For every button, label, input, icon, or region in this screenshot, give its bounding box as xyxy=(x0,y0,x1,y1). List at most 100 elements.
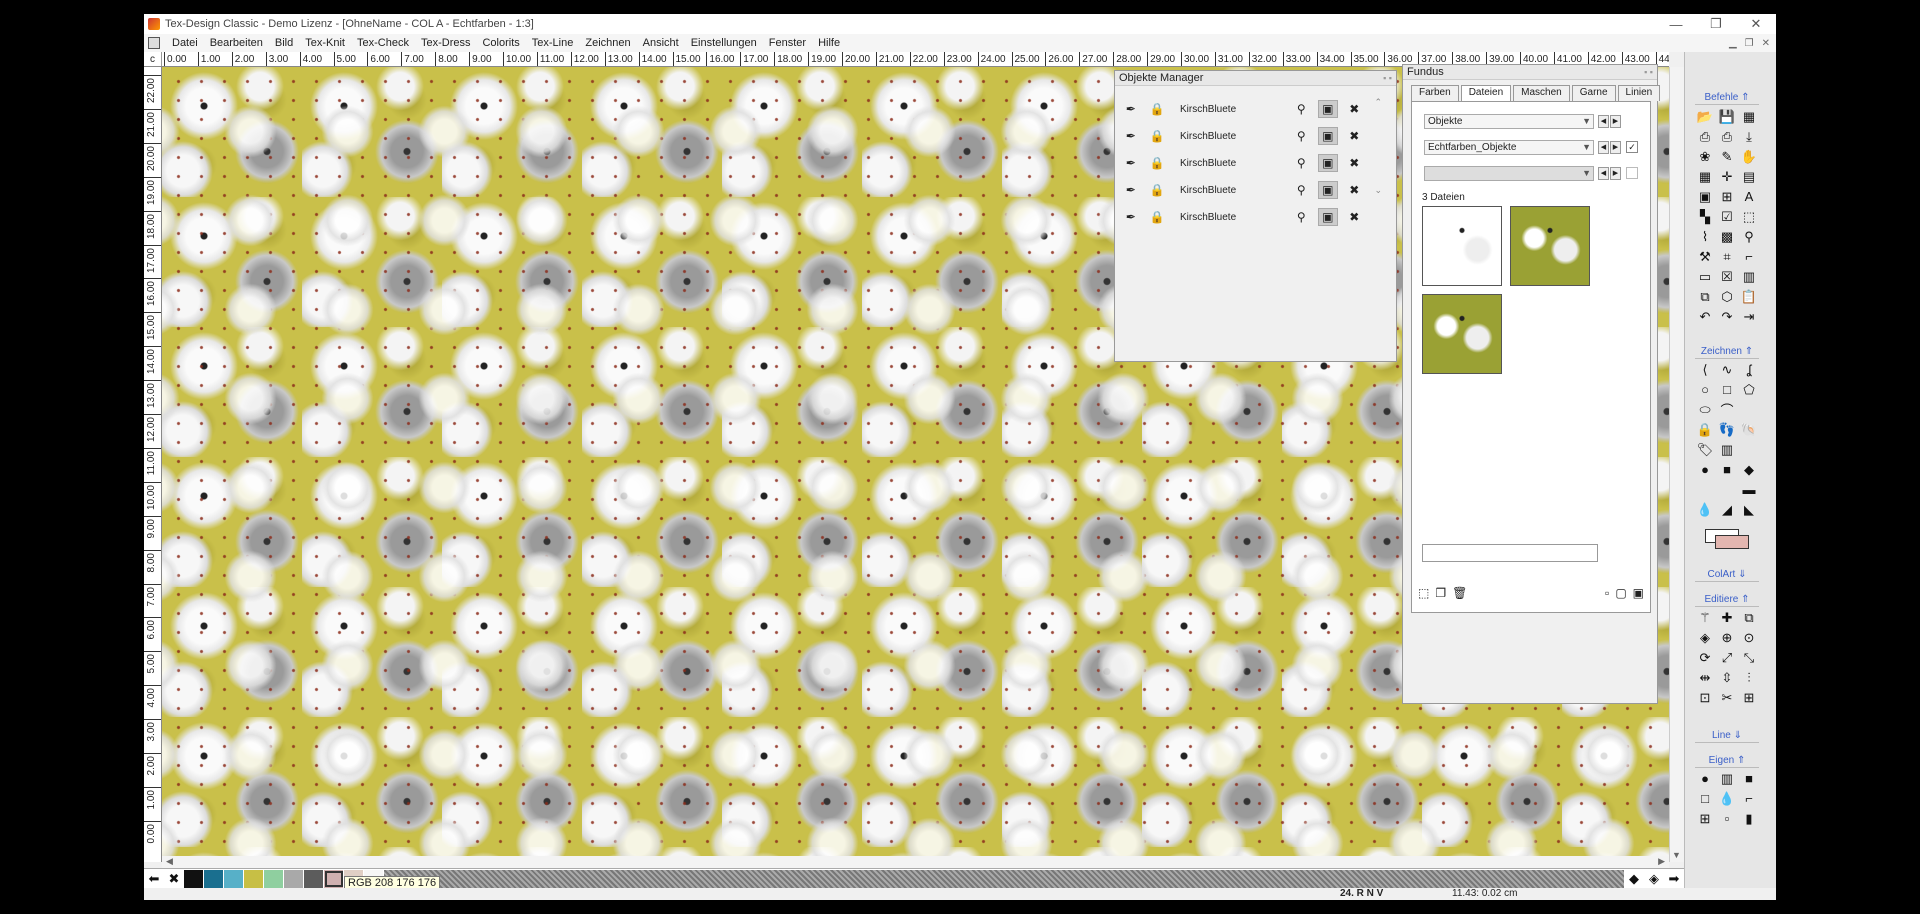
fill-square-icon[interactable]: ■ xyxy=(1717,460,1737,479)
prev-icon[interactable]: ◀ xyxy=(1598,115,1609,128)
curve-icon[interactable]: ∿ xyxy=(1717,360,1737,379)
menu-tex-line[interactable]: Tex-Line xyxy=(526,37,580,49)
next-color-icon[interactable]: ➡ xyxy=(1664,870,1684,888)
menu-ansicht[interactable]: Ansicht xyxy=(637,37,685,49)
page-icon[interactable]: ▮ xyxy=(1739,809,1759,828)
tile-icon[interactable]: ⊞ xyxy=(1717,187,1737,206)
camera-icon[interactable]: ▣ xyxy=(1317,127,1338,145)
tab-garne[interactable]: Garne xyxy=(1571,85,1616,101)
print-preview-icon[interactable]: ⎙ xyxy=(1717,127,1737,146)
lock-icon[interactable]: 🔒 xyxy=(1148,127,1168,145)
polyline-icon[interactable]: ⟨ xyxy=(1695,360,1715,379)
mdi-minimize-icon[interactable]: ▁ xyxy=(1729,38,1737,49)
list-scroll-up-icon[interactable]: ⌃ xyxy=(1374,97,1382,108)
drop-icon[interactable]: 💧 xyxy=(1695,500,1715,519)
palette-pick-icon[interactable]: ◈ xyxy=(1644,870,1664,888)
file-thumbnail-3[interactable] xyxy=(1422,294,1502,374)
folder-checkbox[interactable]: ✓ xyxy=(1626,141,1638,153)
ruler-corner[interactable]: c xyxy=(144,52,162,66)
plus-icon[interactable]: ✚ xyxy=(1717,608,1737,627)
color-picker[interactable] xyxy=(1705,529,1749,551)
section-befehle[interactable]: Befehle ⇑ xyxy=(1695,92,1759,105)
tab-linien[interactable]: Linien xyxy=(1617,85,1661,101)
delete-icon[interactable]: ✖ xyxy=(1345,208,1365,226)
grid-icon[interactable]: ▦ xyxy=(1695,167,1715,186)
scale-icon[interactable]: ⤢ xyxy=(1717,648,1737,667)
menu-bild[interactable]: Bild xyxy=(269,37,299,49)
color-swatch[interactable] xyxy=(264,869,284,888)
fill-drop-icon[interactable]: ◆ xyxy=(1739,460,1759,479)
transition-icon[interactable]: ◣ xyxy=(1739,500,1759,519)
undo-icon[interactable]: ↶ xyxy=(1695,307,1715,326)
zoom-icon[interactable]: ⚲ xyxy=(1291,100,1311,118)
delete-icon[interactable]: ✖ xyxy=(1345,100,1365,118)
rotate-icon[interactable]: ⟳ xyxy=(1695,648,1715,667)
spline-icon[interactable]: ʆ xyxy=(1739,360,1759,379)
camera-icon[interactable]: ▣ xyxy=(1317,208,1338,226)
cut-path-icon[interactable]: ✂ xyxy=(1717,688,1737,707)
copy-file-icon[interactable]: ❐ xyxy=(1435,586,1446,600)
horizontal-scrollbar[interactable]: ◀ ▶ xyxy=(162,856,1669,868)
menu-tex-dress[interactable]: Tex-Dress xyxy=(415,37,477,49)
object-row[interactable]: ✒ 🔒 KirschBluete ⚲ ▣ ✖ xyxy=(1121,180,1371,200)
menu-zeichnen[interactable]: Zeichnen xyxy=(579,37,636,49)
panel-window-controls[interactable]: ▪ ▪ xyxy=(1644,67,1653,77)
prev-color-icon[interactable]: ⬅ xyxy=(144,870,164,888)
stripes-icon[interactable]: ▥ xyxy=(1717,440,1737,459)
select-icon[interactable]: ⬚ xyxy=(1739,207,1759,226)
hand-icon[interactable]: ✋ xyxy=(1739,147,1759,166)
mdi-close-icon[interactable]: ✕ xyxy=(1762,38,1770,49)
object-row[interactable]: ✒ 🔒 KirschBluete ⚲ ▣ ✖ xyxy=(1121,126,1371,146)
color-swatch[interactable] xyxy=(244,869,264,888)
vertical-scrollbar[interactable]: ▼ xyxy=(1669,67,1684,862)
tiles-icon[interactable]: ▚ xyxy=(1695,207,1715,226)
folder-select[interactable]: Echtfarben_Objekte ▼ xyxy=(1424,140,1594,155)
bars-icon[interactable]: ▥ xyxy=(1717,769,1737,788)
add-file-icon[interactable]: ⬚ xyxy=(1418,586,1429,600)
align-icon[interactable]: ⫶ xyxy=(1739,668,1759,687)
wand-icon[interactable]: ⚚ xyxy=(1695,608,1715,627)
table-icon[interactable]: ⊞ xyxy=(1695,809,1715,828)
color-swatch[interactable] xyxy=(224,869,244,888)
menu-datei[interactable]: Datei xyxy=(166,37,204,49)
color-swatch[interactable] xyxy=(284,869,304,888)
crosshair-icon[interactable]: ✛ xyxy=(1717,167,1737,186)
redo-icon[interactable]: ↷ xyxy=(1717,307,1737,326)
mdi-restore-icon[interactable]: ❐ xyxy=(1745,38,1754,49)
frame-icon[interactable]: ▣ xyxy=(1695,187,1715,206)
menu-fenster[interactable]: Fenster xyxy=(763,37,812,49)
dot-icon[interactable]: ● xyxy=(1695,769,1715,788)
brush-icon[interactable]: ✎ xyxy=(1717,147,1737,166)
camera-icon[interactable]: ▣ xyxy=(1317,154,1338,172)
paste-icon[interactable]: 📋 xyxy=(1739,287,1759,306)
shell-icon[interactable]: 🐚 xyxy=(1739,420,1759,439)
trash-icon[interactable]: 🗑 xyxy=(1452,586,1467,600)
color-swatch[interactable] xyxy=(324,869,344,888)
outline-icon[interactable]: □ xyxy=(1695,789,1715,808)
lock-icon[interactable]: 🔒 xyxy=(1148,208,1168,226)
scroll-down-icon[interactable]: ▼ xyxy=(1672,850,1681,860)
section-colart[interactable]: ColArt ⇓ xyxy=(1695,569,1759,582)
pipette-icon[interactable]: ✒ xyxy=(1121,208,1141,226)
arc-icon[interactable]: ⌒ xyxy=(1717,400,1737,419)
section-eigen[interactable]: Eigen ⇑ xyxy=(1695,755,1759,768)
view-large-icon[interactable]: ▣ xyxy=(1633,586,1644,600)
camera-icon[interactable]: ▣ xyxy=(1317,181,1338,199)
prev-icon[interactable]: ◀ xyxy=(1598,141,1609,154)
zoom-icon[interactable]: ⚲ xyxy=(1291,154,1311,172)
category-nav[interactable]: ◀ ▶ xyxy=(1598,115,1622,128)
duplicate-icon[interactable]: ⧉ xyxy=(1695,287,1715,306)
circle-icon[interactable]: ○ xyxy=(1695,380,1715,399)
menu-hilfe[interactable]: Hilfe xyxy=(812,37,846,49)
footprint-icon[interactable]: 👣 xyxy=(1717,420,1737,439)
exit-icon[interactable]: ⇥ xyxy=(1739,307,1759,326)
zoom-icon[interactable]: ⚲ xyxy=(1291,127,1311,145)
subfolder-checkbox[interactable] xyxy=(1626,167,1638,179)
save-icon[interactable]: 💾 xyxy=(1717,107,1737,126)
menu-colorits[interactable]: Colorits xyxy=(476,37,525,49)
mirror-v-icon[interactable]: ⇳ xyxy=(1717,668,1737,687)
restore-button[interactable]: ❐ xyxy=(1696,16,1736,32)
zoom-icon[interactable]: ⚲ xyxy=(1291,208,1311,226)
node-add-icon[interactable]: ⊕ xyxy=(1717,628,1737,647)
menu-tex-check[interactable]: Tex-Check xyxy=(351,37,415,49)
